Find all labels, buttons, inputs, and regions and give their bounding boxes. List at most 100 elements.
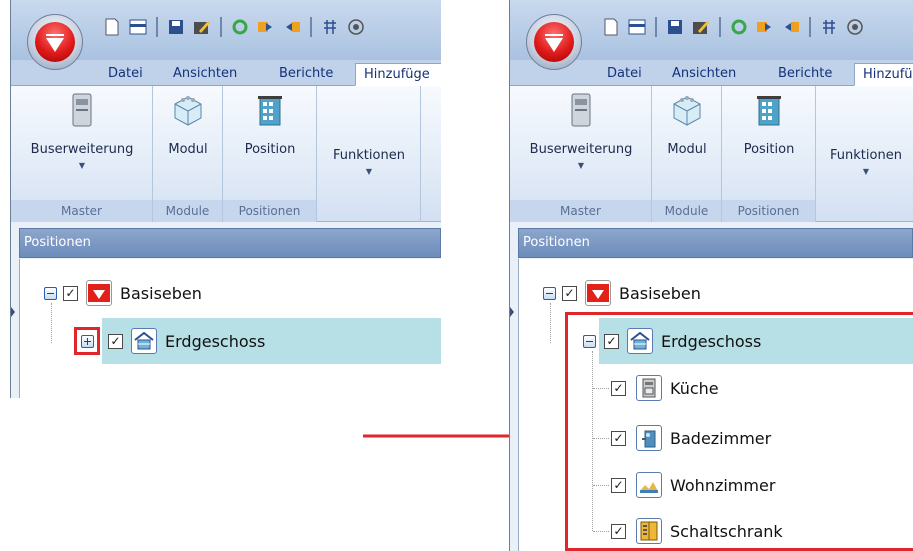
edit-icon[interactable] — [191, 16, 213, 38]
tree-node-erdgeschoss[interactable]: ✓ Erdgeschoss — [70, 327, 265, 355]
layout-icon[interactable] — [626, 16, 648, 38]
group-funktionen: Funktionen ▼ — [317, 86, 421, 222]
carlo-gavazzi-logo-icon — [86, 280, 112, 306]
floor-house-icon — [131, 328, 157, 354]
tree-connector — [550, 303, 551, 343]
ribbon-tabs: Datei Ansichten Berichte Hinzufüge — [11, 60, 441, 86]
ribbon: Buserweiterung ▼ Master Modul Module Pos… — [510, 86, 913, 222]
carlo-gavazzi-logo-icon — [534, 22, 574, 62]
group-label-master: Master — [510, 200, 651, 222]
quick-access-toolbar — [600, 14, 866, 40]
position-tree[interactable]: ✓ Basiseben ✓ Erdgeschoss ✓ Küche ✓ Bade… — [510, 259, 913, 551]
position-label: Position — [244, 142, 296, 157]
right-screenshot: Datei Ansichten Berichte Hinzufü Buserwe… — [509, 0, 913, 551]
group-label-module: Module — [652, 200, 721, 222]
new-document-icon[interactable] — [101, 16, 123, 38]
funktionen-label: Funktionen — [830, 148, 902, 163]
quick-access-toolbar — [101, 14, 367, 40]
modul-button[interactable]: Modul — [159, 92, 217, 157]
positionen-pane-header: Positionen — [518, 228, 913, 258]
application-button[interactable] — [27, 14, 83, 70]
expand-icon[interactable] — [80, 334, 94, 348]
refresh-icon[interactable] — [229, 16, 251, 38]
group-positionen: Position Positionen — [722, 86, 816, 222]
save-icon[interactable] — [664, 16, 686, 38]
checkbox-erdgeschoss[interactable]: ✓ — [108, 333, 123, 349]
funktionen-label: Funktionen — [333, 148, 405, 163]
module-cube-icon — [669, 92, 705, 128]
export-icon[interactable] — [281, 16, 303, 38]
modul-label: Modul — [168, 142, 208, 157]
funktionen-button[interactable]: Funktionen ▼ — [323, 148, 415, 176]
application-button[interactable] — [526, 14, 582, 70]
buserweiterung-button[interactable]: Buserweiterung ▼ — [19, 92, 145, 170]
group-label-module: Module — [153, 200, 222, 222]
refresh-icon[interactable] — [728, 16, 750, 38]
import-icon[interactable] — [754, 16, 776, 38]
toolbar-separator — [156, 17, 158, 37]
collapse-icon[interactable] — [44, 286, 57, 300]
buserweiterung-label: Buserweiterung — [30, 142, 134, 157]
group-positionen: Position Positionen — [223, 86, 317, 222]
dropdown-arrow-icon: ▼ — [365, 167, 373, 176]
group-module: Modul Module — [153, 86, 223, 222]
module-cube-icon — [170, 92, 206, 128]
import-icon[interactable] — [255, 16, 277, 38]
modul-label: Modul — [667, 142, 707, 157]
funktionen-button[interactable]: Funktionen ▼ — [820, 148, 912, 176]
expand-highlight-box — [74, 327, 100, 355]
tab-datei[interactable]: Datei — [108, 63, 143, 86]
tab-ansichten[interactable]: Ansichten — [672, 63, 736, 86]
tree-label-basiseben: Basiseben — [120, 283, 202, 303]
group-label-master: Master — [11, 200, 152, 222]
buserweiterung-label: Buserweiterung — [529, 142, 633, 157]
layout-icon[interactable] — [127, 16, 149, 38]
toolbar-separator — [719, 17, 721, 37]
building-icon — [751, 92, 787, 128]
tree-label-basiseben: Basiseben — [619, 283, 701, 303]
network-icon[interactable] — [319, 16, 341, 38]
toolbar-separator — [310, 17, 312, 37]
wireless-icon[interactable] — [345, 16, 367, 38]
toolbar-separator — [220, 17, 222, 37]
tab-berichte[interactable]: Berichte — [279, 63, 333, 86]
save-icon[interactable] — [165, 16, 187, 38]
carlo-gavazzi-logo-icon — [585, 280, 611, 306]
carlo-gavazzi-logo-icon — [35, 22, 75, 62]
network-icon[interactable] — [818, 16, 840, 38]
group-label-positionen: Positionen — [223, 200, 316, 222]
position-button[interactable]: Position — [231, 92, 309, 157]
position-tree[interactable]: ✓ Basiseben ✓ Erdgeschoss — [11, 259, 441, 398]
buserweiterung-button[interactable]: Buserweiterung ▼ — [518, 92, 644, 170]
tree-node-basiseben[interactable]: ✓ Basiseben — [44, 279, 202, 307]
left-screenshot: Datei Ansichten Berichte Hinzufüge Buser… — [10, 0, 441, 398]
collapse-icon[interactable] — [543, 286, 556, 300]
splitter-handle-icon[interactable] — [510, 307, 514, 317]
new-document-icon[interactable] — [600, 16, 622, 38]
tab-berichte[interactable]: Berichte — [778, 63, 832, 86]
group-module: Modul Module — [652, 86, 722, 222]
tree-node-basiseben[interactable]: ✓ Basiseben — [543, 279, 701, 307]
wireless-icon[interactable] — [844, 16, 866, 38]
splitter-handle-icon[interactable] — [11, 307, 15, 317]
tree-label-erdgeschoss: Erdgeschoss — [165, 331, 266, 351]
group-master: Buserweiterung ▼ Master — [11, 86, 153, 222]
group-label-positionen: Positionen — [722, 200, 815, 222]
tab-ansichten[interactable]: Ansichten — [173, 63, 237, 86]
modul-button[interactable]: Modul — [658, 92, 716, 157]
dropdown-arrow-icon: ▼ — [862, 167, 870, 176]
bus-module-icon — [563, 92, 599, 128]
position-button[interactable]: Position — [730, 92, 808, 157]
dropdown-arrow-icon: ▼ — [577, 161, 585, 170]
toolbar-separator — [655, 17, 657, 37]
edit-icon[interactable] — [690, 16, 712, 38]
tab-datei[interactable]: Datei — [607, 63, 642, 86]
export-icon[interactable] — [780, 16, 802, 38]
checkbox-basiseben[interactable]: ✓ — [562, 285, 577, 301]
checkbox-basiseben[interactable]: ✓ — [63, 285, 78, 301]
group-master: Buserweiterung ▼ Master — [510, 86, 652, 222]
building-icon — [252, 92, 288, 128]
tab-hinzufuegen[interactable]: Hinzufü — [854, 63, 913, 86]
position-label: Position — [743, 142, 795, 157]
tab-hinzufuegen[interactable]: Hinzufüge — [355, 63, 441, 86]
